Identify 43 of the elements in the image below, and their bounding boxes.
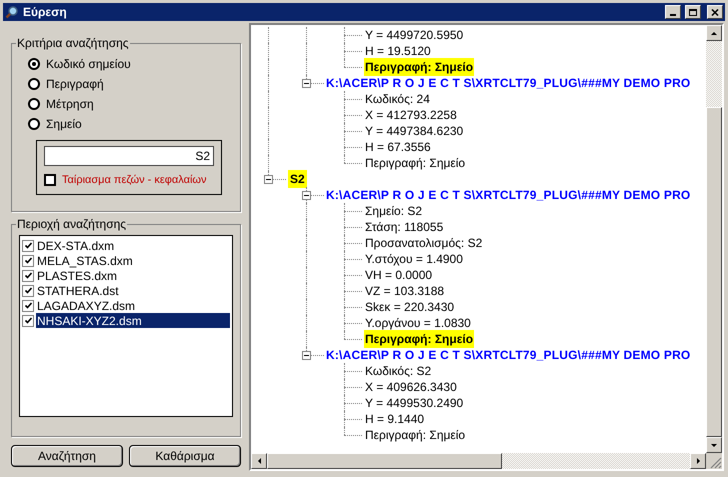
property-item[interactable]: X = 412793.2258 <box>364 106 458 124</box>
radio-label[interactable]: Περιγραφή <box>46 75 104 93</box>
property-item[interactable]: H = 67.3556 <box>364 138 432 156</box>
property-item[interactable]: Στάση: 118055 <box>364 218 444 236</box>
property-item[interactable]: Y = 4497384.6230 <box>364 122 464 140</box>
file-item[interactable]: MELA_STAS.dxm <box>36 253 230 268</box>
property-item[interactable]: Y = 4499720.5950 <box>364 26 464 44</box>
property-item[interactable]: Κωδικός: 24 <box>364 90 431 108</box>
file-item[interactable]: STATHERA.dst <box>36 283 230 298</box>
radio-label[interactable]: Σημείο <box>46 115 82 133</box>
property-item[interactable]: Περιγραφή: Σημείο <box>364 154 466 172</box>
radio-label[interactable]: Κωδικό σημείου <box>46 55 131 73</box>
property-item[interactable]: H = 9.1440 <box>364 410 426 428</box>
search-button[interactable]: Αναζήτηση <box>11 445 123 467</box>
search-field[interactable]: S2 <box>44 146 214 166</box>
property-item[interactable]: H = 19.5120 <box>364 42 432 60</box>
file-item[interactable]: PLASTES.dxm <box>36 268 230 283</box>
clear-button[interactable]: Καθάρισμα <box>129 445 241 467</box>
property-item[interactable]: Περιγραφή: Σημείο <box>364 426 466 444</box>
property-item[interactable]: X = 409626.3430 <box>364 378 458 396</box>
property-item[interactable]: Υ.στόχου = 1.4900 <box>364 250 464 268</box>
file-item[interactable]: LAGADAXYZ.dsm <box>36 298 230 313</box>
radio-label[interactable]: Μέτρηση <box>46 95 94 113</box>
property-item[interactable]: Y = 4499530.2490 <box>364 394 464 412</box>
property-item[interactable]: Περιγραφή: Σημείο <box>364 58 474 76</box>
file-item[interactable]: DEX-STA.dxm <box>36 238 230 253</box>
file-path-node[interactable]: K:\ACER\P R O J E C T S\XRTCLT79_PLUG\###MY DEMO PRO <box>326 186 690 204</box>
group-title: Κριτήρια αναζήτησης <box>16 35 130 52</box>
property-item[interactable]: Κωδικός: S2 <box>364 362 432 380</box>
property-item[interactable]: Προσανατολισμός: S2 <box>364 234 484 252</box>
property-item[interactable]: Skεκ = 220.3430 <box>364 298 456 316</box>
property-item[interactable]: VZ = 103.3188 <box>364 282 446 300</box>
property-item[interactable]: Υ.οργάνου = 1.0830 <box>364 314 472 332</box>
window-title: Εύρεση <box>23 4 67 21</box>
group-title: Περιοχή αναζήτησης <box>16 216 128 233</box>
property-item[interactable]: Περιγραφή: Σημείο <box>364 330 474 348</box>
property-item[interactable]: Σημείο: S2 <box>364 202 424 220</box>
file-path-node[interactable]: K:\ACER\P R O J E C T S\XRTCLT79_PLUG\###MY DEMO PRO <box>326 346 690 364</box>
file-item[interactable]: NHSAKI-XYZ2.dsm <box>36 313 230 328</box>
file-path-node[interactable]: K:\ACER\P R O J E C T S\XRTCLT79_PLUG\###MY DEMO PRO <box>326 74 690 92</box>
point-node[interactable]: S2 <box>288 170 307 188</box>
match-case-label[interactable]: Ταίριασμα πεζών - κεφαλαίων <box>62 172 207 188</box>
property-item[interactable]: VH = 0.0000 <box>364 266 434 284</box>
